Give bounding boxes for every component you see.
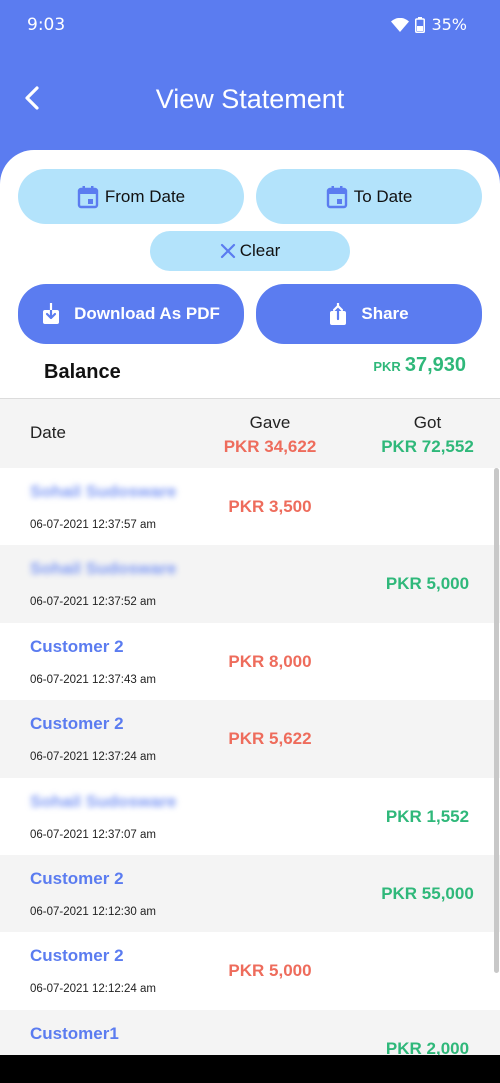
- entry-name: Sohail Sudosware: [30, 559, 177, 579]
- entry-gave: PKR 5,622: [228, 729, 312, 749]
- download-icon: [42, 303, 60, 325]
- share-label: Share: [361, 304, 409, 323]
- battery-icon: [415, 16, 426, 33]
- gave-total: PKR 34,622: [223, 437, 317, 456]
- entry-time: 06-07-2021 12:12:24 am: [30, 983, 156, 996]
- download-label: Download As PDF: [74, 304, 220, 323]
- from-date-label: From Date: [104, 186, 186, 206]
- entry-time: 06-07-2021 12:37:57 am: [30, 519, 156, 531]
- entry-name: Customer 2: [30, 946, 124, 966]
- balance-amount: 37,930: [404, 354, 466, 376]
- from-date-button[interactable]: From Date: [18, 169, 244, 224]
- page-title: View Statement: [155, 84, 345, 114]
- balance-label: Balance: [44, 361, 121, 383]
- list-item[interactable]: Customer 2 06-07-2021 12:37:43 am PKR 8,…: [0, 623, 500, 700]
- list-item[interactable]: Customer 2 06-07-2021 12:12:30 am PKR 55…: [0, 854, 500, 933]
- table-header: Date Gave Got PKR 34,622 PKR 72,552: [0, 398, 500, 468]
- entry-name: Customer 2: [30, 868, 124, 888]
- statement-sheet: From Date To Date Clear Download As PDF …: [0, 150, 500, 1055]
- battery-percent: 35%: [431, 15, 467, 34]
- entry-time: 06-07-2021 12:37:43 am: [30, 673, 156, 686]
- got-total: PKR 72,552: [381, 437, 474, 456]
- balance-value: PKR 37,930: [373, 354, 466, 377]
- column-gave: Gave: [249, 413, 291, 432]
- calendar-icon: [326, 185, 348, 209]
- wifi-icon: [391, 17, 410, 32]
- entry-time: 06-07-2021 12:37:07 am: [30, 828, 156, 841]
- list-item[interactable]: Customer 2 06-07-2021 12:37:24 am PKR 5,…: [0, 700, 500, 778]
- to-date-button[interactable]: To Date: [256, 169, 482, 224]
- entry-gave: PKR 8,000: [228, 651, 312, 671]
- entry-name: Sohail Sudosware: [30, 791, 177, 811]
- entry-got: PKR 2,000: [385, 1038, 470, 1055]
- clear-button[interactable]: Clear: [150, 231, 350, 271]
- list-item[interactable]: Customer1 PKR 2,000: [0, 1009, 500, 1055]
- entry-time: 06-07-2021 12:37:24 am: [30, 751, 156, 764]
- column-got: Got: [413, 413, 442, 432]
- entry-time: 06-07-2021 12:12:30 am: [30, 905, 156, 918]
- list-item[interactable]: Customer 2 06-07-2021 12:12:24 am PKR 5,…: [0, 932, 500, 1009]
- app-header: View Statement: [0, 50, 500, 150]
- balance-currency: PKR: [373, 359, 401, 374]
- entry-gave: PKR 5,000: [228, 961, 312, 981]
- entry-name: Customer1: [30, 1023, 119, 1043]
- list-scrollbar[interactable]: [494, 468, 499, 973]
- entry-gave: PKR 3,500: [228, 497, 312, 516]
- entry-name: Sohail Sudosware: [30, 482, 177, 501]
- navigation-bar: [0, 1055, 500, 1083]
- list-item[interactable]: Sohail Sudosware 06-07-2021 12:37:52 am …: [0, 545, 500, 623]
- entry-got: PKR 55,000: [381, 883, 474, 903]
- status-icons: 35%: [391, 15, 467, 34]
- share-button[interactable]: Share: [256, 284, 482, 344]
- entries-list: Sohail Sudosware 06-07-2021 12:37:57 am …: [0, 468, 500, 1055]
- status-time: 9:03: [27, 15, 66, 35]
- entry-name: Customer 2: [30, 714, 124, 734]
- entry-name: Customer 2: [30, 636, 124, 656]
- list-item[interactable]: Sohail Sudosware 06-07-2021 12:37:07 am …: [0, 778, 500, 855]
- column-date: Date: [30, 423, 66, 442]
- clear-label: Clear: [239, 241, 281, 260]
- calendar-icon: [77, 185, 99, 209]
- status-bar: 9:03 35%: [0, 0, 500, 50]
- list-item[interactable]: Sohail Sudosware 06-07-2021 12:37:57 am …: [0, 468, 500, 545]
- download-pdf-button[interactable]: Download As PDF: [18, 284, 244, 344]
- entry-got: PKR 5,000: [385, 574, 470, 594]
- to-date-label: To Date: [353, 186, 413, 206]
- share-icon: [329, 303, 347, 325]
- close-icon: [220, 243, 236, 259]
- entry-got: PKR 1,552: [385, 806, 470, 826]
- entry-time: 06-07-2021 12:37:52 am: [30, 596, 156, 609]
